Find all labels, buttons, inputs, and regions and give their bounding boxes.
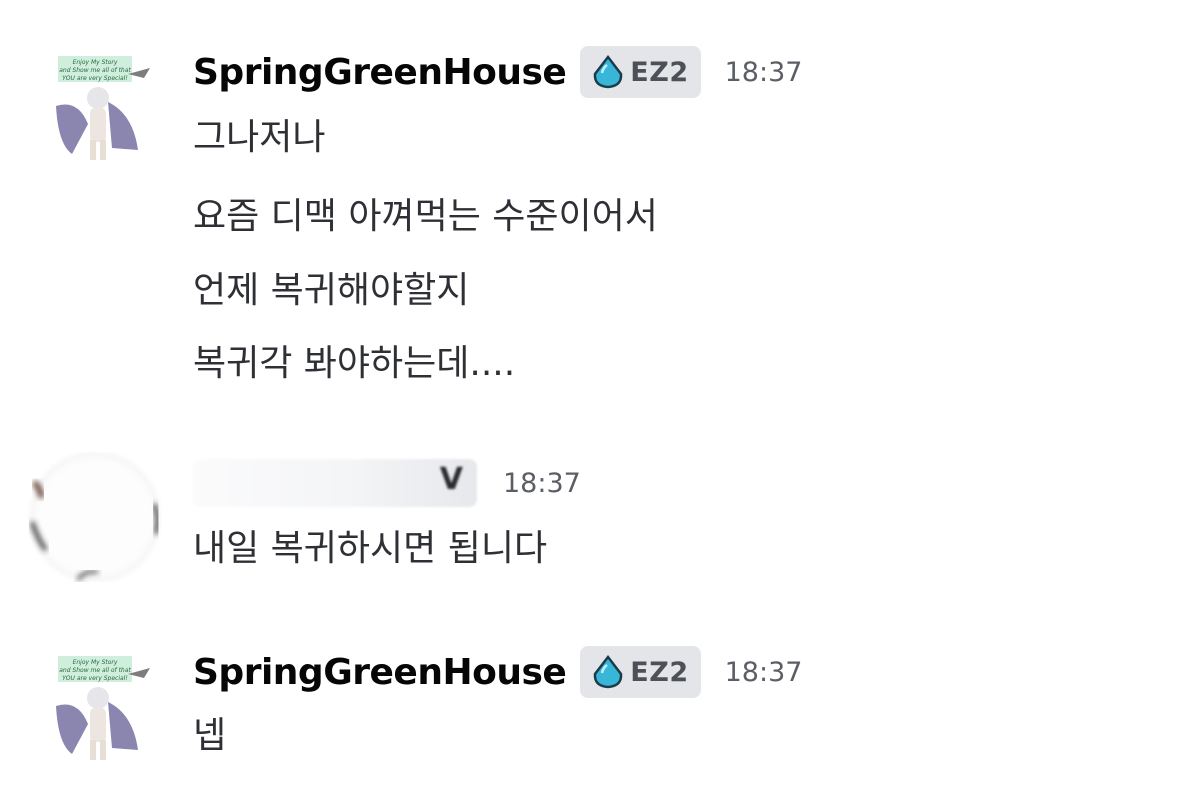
avatar[interactable] (28, 452, 162, 582)
anime-character-avatar-image: Enjoy My Story and Show me all of that Y… (38, 44, 156, 162)
avatar-caption-3: YOU are very Special! (62, 75, 128, 82)
anime-character-avatar-image: Enjoy My Story and Show me all of that Y… (38, 646, 156, 764)
server-tag-badge[interactable]: EZ2 (580, 46, 701, 98)
username[interactable]: SpringGreenHouse (193, 652, 567, 693)
message-line: 넵 (193, 715, 227, 756)
message-header: V 18:37 (193, 458, 581, 508)
blurred-username[interactable]: V (193, 459, 477, 507)
message-header: SpringGreenHouse EZ2 18:37 (193, 646, 802, 698)
water-drop-icon (590, 54, 626, 90)
server-tag-label: EZ2 (630, 656, 689, 688)
timestamp[interactable]: 18:37 (725, 657, 803, 688)
water-drop-icon (590, 654, 626, 690)
server-tag-badge[interactable]: EZ2 (580, 646, 701, 698)
avatar-caption-2: and Show me all of that (59, 667, 131, 674)
avatar-caption-1: Enjoy My Story (73, 659, 118, 666)
message-header: SpringGreenHouse EZ2 18:37 (193, 46, 802, 98)
message-line: 언제 복귀해야할지 (193, 270, 470, 311)
avatar-caption-3: YOU are very Special! (62, 675, 128, 682)
blurred-avatar-image (30, 453, 160, 581)
message-line: 내일 복귀하시면 됩니다 (193, 528, 548, 569)
message-line: 그나저나 (193, 117, 326, 158)
message-line: 요즘 디맥 아껴먹는 수준이어서 (193, 196, 658, 237)
avatar-caption-2: and Show me all of that (59, 67, 131, 74)
username[interactable]: SpringGreenHouse (193, 52, 567, 93)
message-line: 복귀각 봐야하는데.... (193, 343, 516, 384)
username-fragment: V (439, 462, 463, 497)
avatar-caption-1: Enjoy My Story (73, 59, 118, 66)
avatar[interactable]: Enjoy My Story and Show me all of that Y… (38, 44, 156, 162)
timestamp[interactable]: 18:37 (503, 468, 581, 499)
timestamp[interactable]: 18:37 (725, 57, 803, 88)
avatar[interactable]: Enjoy My Story and Show me all of that Y… (38, 646, 156, 764)
server-tag-label: EZ2 (630, 56, 689, 88)
